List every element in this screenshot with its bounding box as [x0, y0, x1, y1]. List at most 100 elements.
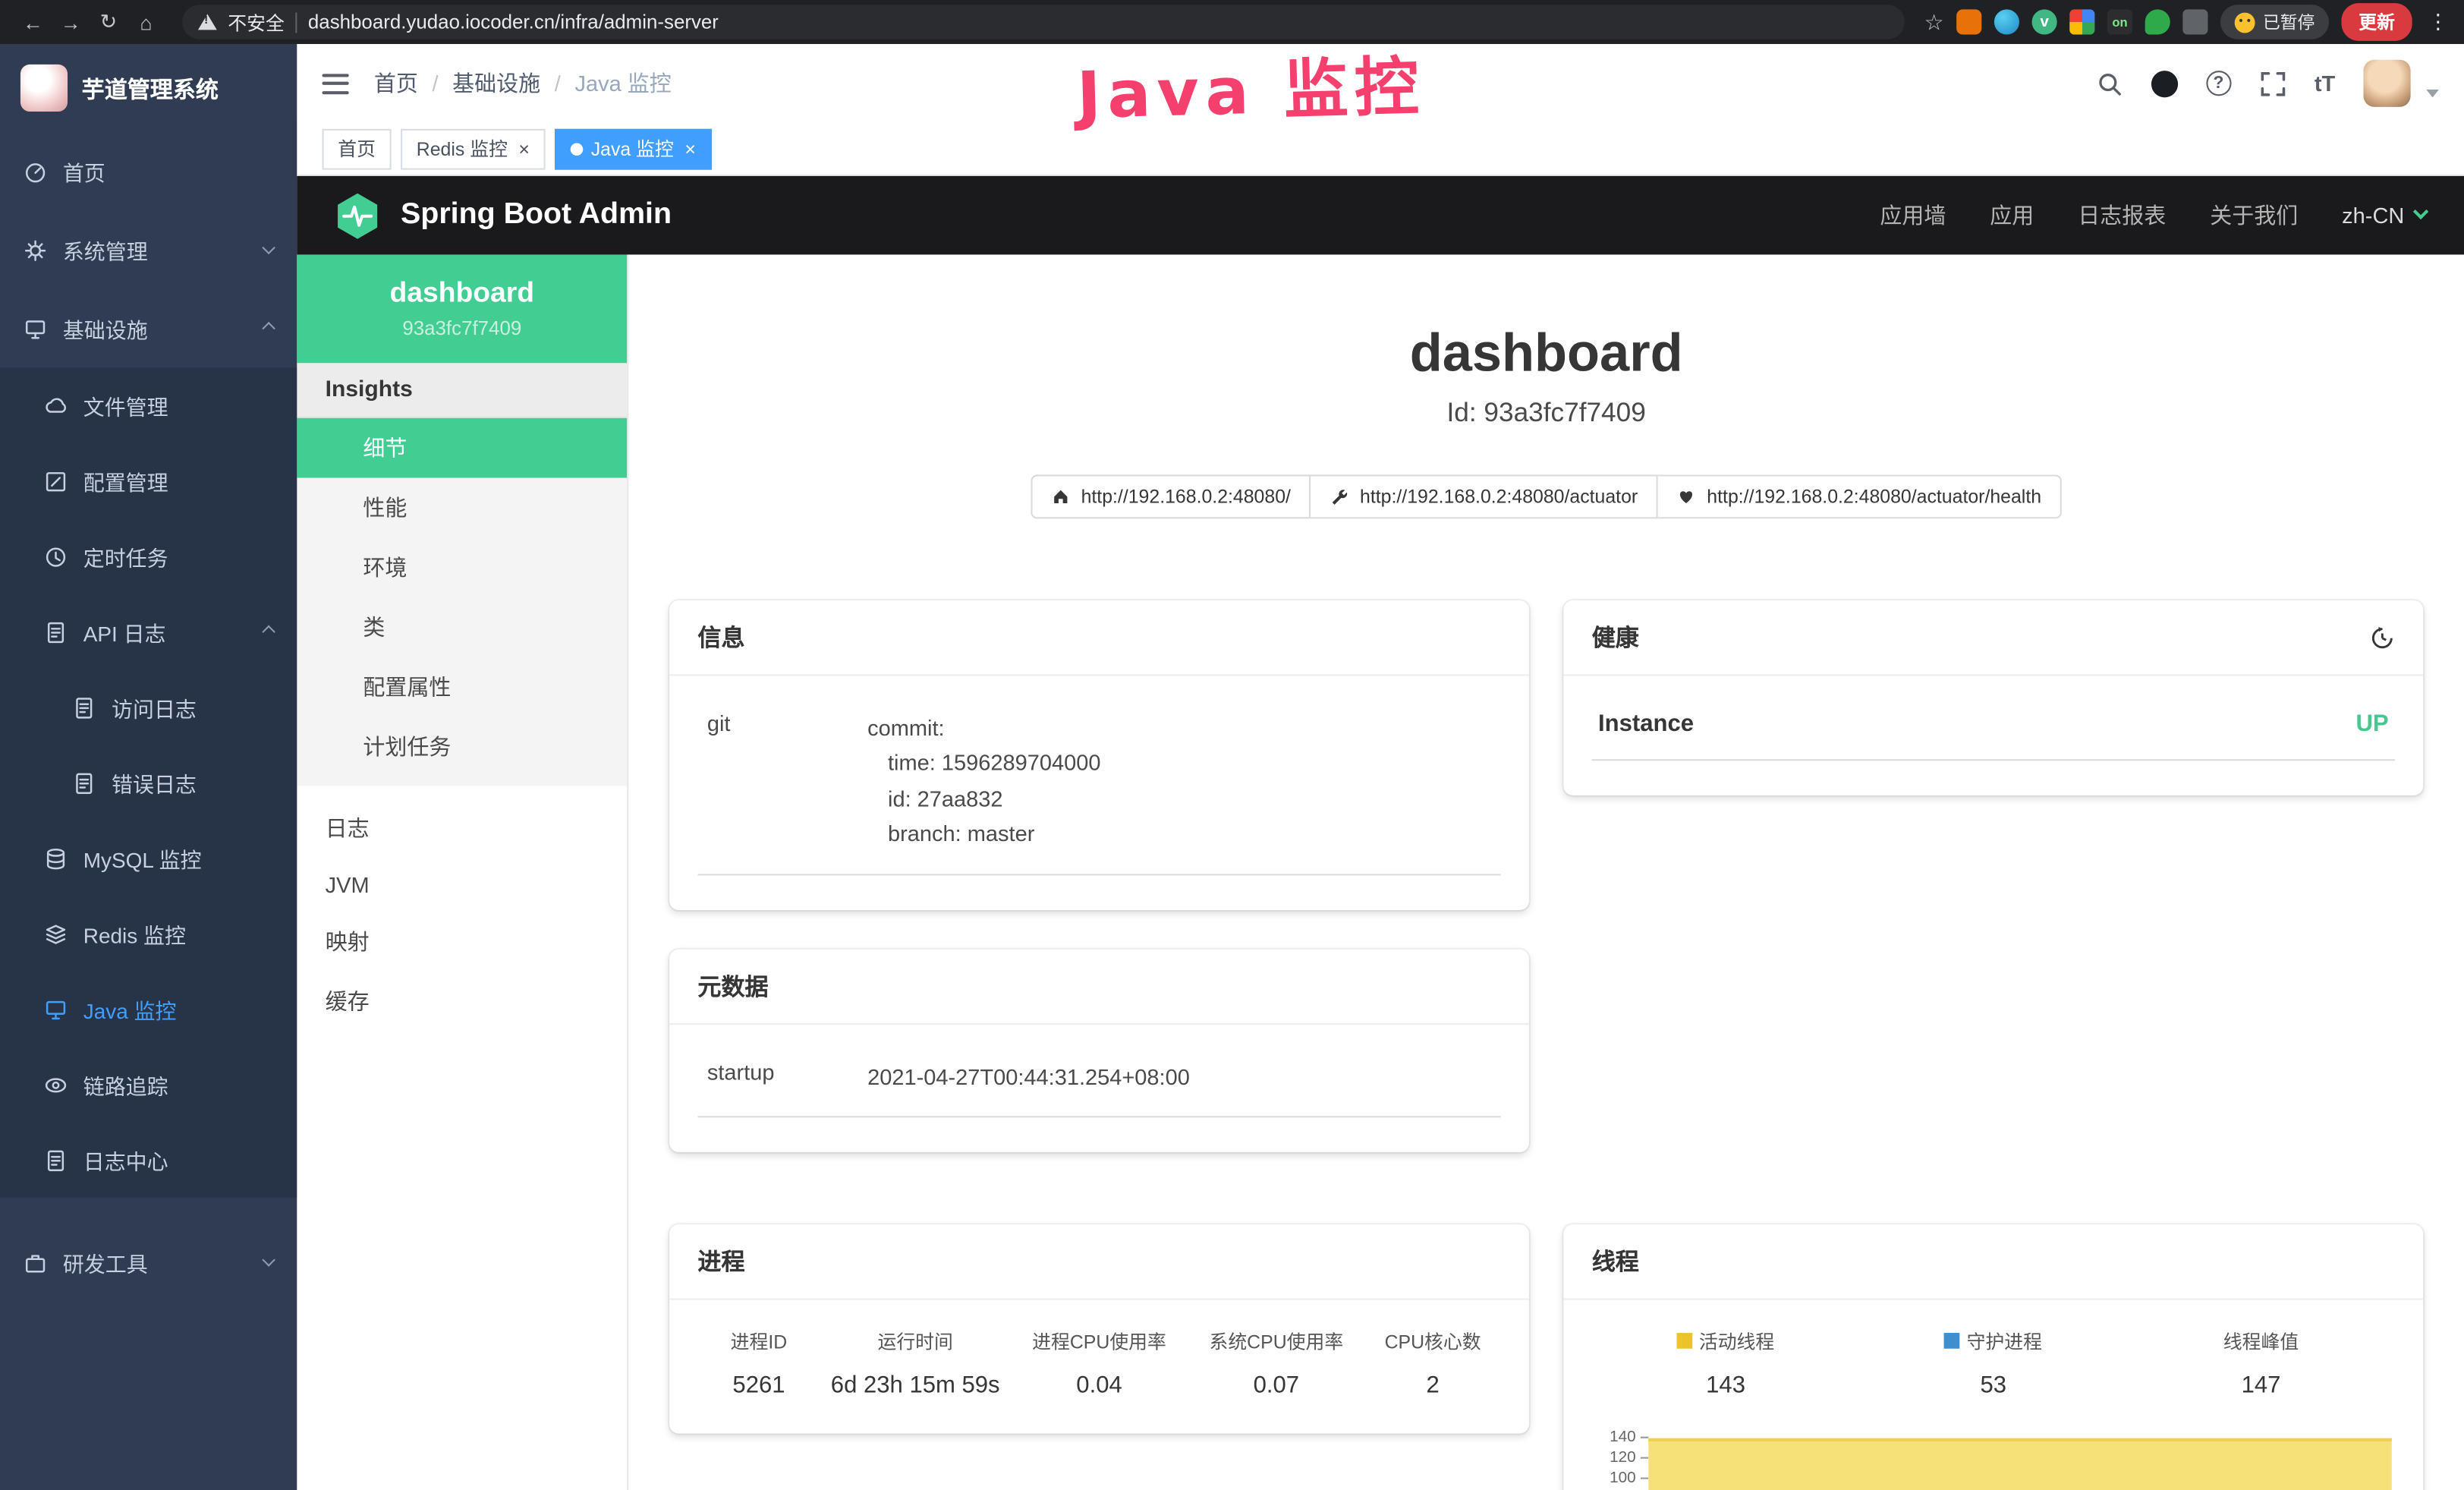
sba-menu-classes[interactable]: 类 [297, 597, 627, 657]
breadcrumb: 首页 / 基础设施 / Java 监控 [374, 68, 672, 99]
github-icon[interactable] [2151, 70, 2177, 96]
sba-menu-environment[interactable]: 环境 [297, 537, 627, 597]
extension-icon[interactable]: v [2032, 9, 2057, 34]
actuator-url-button[interactable]: http://192.168.0.2:48080/actuator [1311, 474, 1658, 518]
tab-home[interactable]: 首页 [323, 128, 392, 169]
app-sidebar: 芋道管理系统 首页 系统管理 基础设施 文件管理 [0, 44, 297, 1490]
handwritten-annotation: Java 监控 [1075, 33, 1426, 137]
eye-icon [44, 1073, 68, 1096]
sidebar-item-access-logs[interactable]: 访问日志 [0, 669, 297, 745]
locale-selector[interactable]: zh-CN [2342, 203, 2426, 228]
metadata-row-value: 2021-04-27T00:44:31.254+08:00 [867, 1059, 1190, 1094]
reload-icon[interactable]: ↻ [91, 9, 126, 34]
extension-icon[interactable] [1956, 9, 1981, 34]
fullscreen-icon[interactable] [2259, 70, 2286, 96]
sba-header: Spring Boot Admin 应用墙 应用 日志报表 关于我们 zh-CN [297, 176, 2464, 255]
sidebar-item-log-center[interactable]: 日志中心 [0, 1123, 297, 1198]
security-label[interactable]: 不安全 [228, 8, 285, 35]
sba-title: Spring Boot Admin [401, 198, 672, 233]
search-icon[interactable] [2096, 70, 2123, 96]
chevron-up-icon [262, 625, 275, 639]
sidebar-item-dev-tools[interactable]: 研发工具 [0, 1223, 297, 1302]
help-icon[interactable]: ? [2206, 71, 2231, 96]
breadcrumb-infrastructure[interactable]: 基础设施 [452, 68, 540, 99]
document-icon [72, 695, 96, 719]
active-dot [571, 142, 584, 155]
sba-menu-jvm[interactable]: JVM [297, 858, 627, 912]
sba-menu-performance[interactable]: 性能 [297, 478, 627, 538]
sidebar-item-config-management[interactable]: 配置管理 [0, 443, 297, 518]
live-threads-area [1648, 1438, 2391, 1490]
process-table: 进程ID5261 运行时间6d 23h 15m 59s 进程CPU使用率0.04… [697, 1328, 1500, 1399]
warning-icon: ! [198, 14, 217, 30]
divider [295, 12, 297, 33]
sba-menu-scheduled-tasks[interactable]: 计划任务 [297, 717, 627, 777]
sba-nav-wallboard[interactable]: 应用墙 [1880, 200, 1946, 231]
service-url-button[interactable]: http://192.168.0.2:48080/ [1031, 474, 1311, 518]
process-card: 进程 进程ID5261 运行时间6d 23h 15m 59s 进程CPU使用率0… [669, 1224, 1529, 1433]
extension-icon[interactable]: on [2107, 9, 2132, 34]
top-navbar: 首页 / 基础设施 / Java 监控 Java 监控 ? tT [297, 44, 2464, 123]
sba-menu-details[interactable]: 细节 [297, 418, 627, 478]
sba-nav-applications[interactable]: 应用 [1990, 200, 2034, 231]
url-text[interactable]: dashboard.yudao.iocoder.cn/infra/admin-s… [308, 11, 719, 33]
logo-image [20, 65, 68, 112]
sidebar-item-infrastructure[interactable]: 基础设施 [0, 289, 297, 368]
sidebar-item-error-logs[interactable]: 错误日志 [0, 745, 297, 821]
extension-icon[interactable] [2182, 9, 2208, 34]
threads-chart: 140 120 100 [1592, 1427, 2395, 1490]
address-bar[interactable]: ! 不安全 dashboard.yudao.iocoder.cn/infra/a… [182, 5, 1905, 39]
edit-icon [44, 469, 68, 493]
instance-header[interactable]: dashboard 93a3fc7f7409 [297, 254, 627, 363]
sidebar-item-redis-monitor[interactable]: Redis 监控 [0, 896, 297, 971]
info-card: 信息 git commit: time: 1596289704000 id: 2… [669, 600, 1529, 909]
hamburger-icon[interactable] [323, 73, 349, 93]
sba-menu-config-props[interactable]: 配置属性 [297, 657, 627, 717]
caret-down-icon [2426, 89, 2439, 96]
browser-home-icon[interactable]: ⌂ [129, 10, 164, 33]
sidebar-item-home[interactable]: 首页 [0, 132, 297, 211]
sidebar-item-api-logs[interactable]: API 日志 [0, 594, 297, 669]
close-icon[interactable]: × [518, 137, 530, 159]
home-icon [1051, 487, 1070, 506]
extension-icon[interactable] [2145, 9, 2170, 34]
tab-java-monitor[interactable]: Java 监控 × [555, 128, 711, 169]
sba-nav-about[interactable]: 关于我们 [2210, 200, 2298, 231]
sba-menu-mappings[interactable]: 映射 [297, 912, 627, 972]
health-url-button[interactable]: http://192.168.0.2:48080/actuator/health [1658, 474, 2062, 518]
heart-icon [1677, 487, 1696, 506]
sidebar-item-mysql-monitor[interactable]: MySQL 监控 [0, 821, 297, 896]
toolbox-icon [24, 1250, 47, 1274]
extension-icon[interactable] [1994, 9, 2019, 34]
breadcrumb-home[interactable]: 首页 [374, 68, 418, 99]
close-icon[interactable]: × [684, 137, 696, 159]
instance-links: http://192.168.0.2:48080/ http://192.168… [628, 474, 2464, 518]
app-title: 芋道管理系统 [82, 71, 219, 104]
paused-badge[interactable]: 已暂停 [2220, 5, 2329, 39]
sba-nav-journal[interactable]: 日志报表 [2078, 200, 2166, 231]
monitor-icon [24, 317, 47, 340]
extension-icon[interactable] [2069, 9, 2094, 34]
bookmark-star-icon[interactable]: ☆ [1924, 8, 1944, 35]
menu-group-insights[interactable]: Insights [297, 363, 627, 417]
app-logo[interactable]: 芋道管理系统 [0, 44, 297, 132]
wrench-icon [1330, 487, 1349, 506]
history-icon[interactable] [2370, 625, 2395, 650]
sidebar-item-system-management[interactable]: 系统管理 [0, 210, 297, 289]
sba-main: dashboard Id: 93a3fc7f7409 http://192.16… [628, 254, 2464, 1490]
browser-menu-icon[interactable]: ⋮ [2428, 9, 2448, 34]
sidebar-item-scheduled-tasks[interactable]: 定时任务 [0, 518, 297, 594]
sidebar-item-java-monitor[interactable]: Java 监控 [0, 972, 297, 1047]
dashboard-icon [24, 159, 47, 183]
sba-menu-caches[interactable]: 缓存 [297, 972, 627, 1032]
back-icon[interactable]: ← [16, 10, 51, 33]
tab-redis-monitor[interactable]: Redis 监控 × [401, 128, 546, 169]
user-avatar[interactable] [2363, 60, 2410, 107]
update-button[interactable]: 更新 [2341, 3, 2412, 41]
forward-icon[interactable]: → [53, 10, 88, 33]
text-size-icon[interactable]: tT [2315, 71, 2335, 96]
sba-menu-logs[interactable]: 日志 [297, 799, 627, 858]
sba-sidebar: dashboard 93a3fc7f7409 Insights 细节 性能 环境… [297, 254, 628, 1490]
sidebar-item-file-management[interactable]: 文件管理 [0, 368, 297, 443]
sidebar-item-link-tracing[interactable]: 链路追踪 [0, 1047, 297, 1122]
